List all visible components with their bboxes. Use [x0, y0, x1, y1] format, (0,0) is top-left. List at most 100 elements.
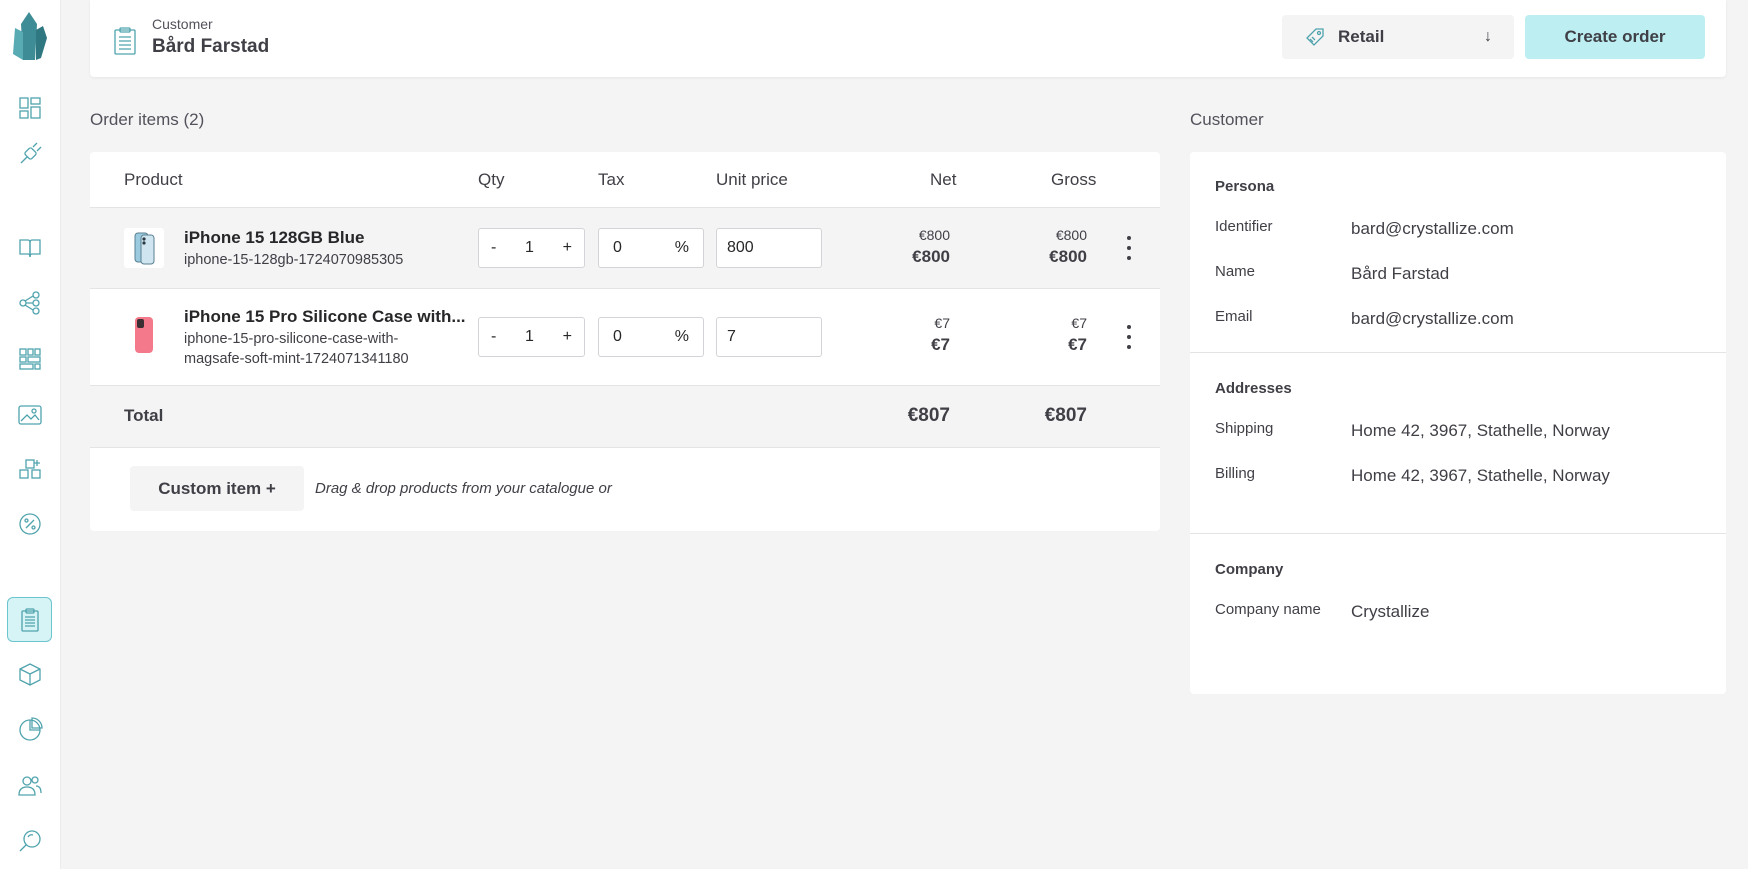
decrement-button[interactable]: - [491, 239, 496, 257]
billing-value: Home 42, 3967, Stathelle, Norway [1351, 466, 1610, 485]
company-section: Company Company name Crystallize [1190, 533, 1726, 694]
column-unit-price: Unit price [716, 170, 788, 189]
product-thumbnail [124, 315, 164, 355]
tag-icon [1306, 28, 1324, 46]
product-name[interactable]: iPhone 15 Pro Silicone Case with... [184, 307, 466, 327]
gross-amount: €800 €800 [997, 227, 1087, 267]
customer-card: Persona Identifier bard@crystallize.com … [1190, 152, 1726, 694]
net-small: €7 [934, 315, 950, 331]
row-menu-icon[interactable] [1124, 236, 1134, 260]
quantity-stepper[interactable]: - 1 + [478, 228, 585, 268]
custom-item-button[interactable]: Custom item + [130, 466, 304, 511]
tax-field[interactable]: 0 % [598, 228, 704, 268]
customer-label: Customer [152, 16, 213, 32]
graph-icon [18, 290, 40, 315]
unit-price-field[interactable]: 7 [716, 317, 822, 357]
nav-grids[interactable] [7, 336, 52, 381]
drag-drop-hint: Drag & drop products from your catalogue… [315, 480, 612, 497]
pie-chart-icon [18, 716, 43, 741]
email-label: Email [1215, 308, 1253, 325]
nav-search[interactable] [7, 818, 52, 863]
table-header: Product Qty Tax Unit price Net Gross [90, 152, 1160, 208]
product-thumbnail [124, 228, 164, 268]
table-row: iPhone 15 128GB Blue iphone-15-128gb-172… [90, 208, 1160, 289]
nav-integrations[interactable] [7, 131, 52, 176]
unit-price-value[interactable]: 800 [727, 239, 754, 257]
company-name-value: Crystallize [1351, 602, 1430, 621]
email-value: bard@crystallize.com [1351, 309, 1514, 328]
addresses-section: Addresses Shipping Home 42, 3967, Stathe… [1190, 352, 1726, 533]
gross-small: €800 [1055, 227, 1087, 243]
nav-shapes[interactable] [7, 446, 52, 491]
increment-button[interactable]: + [563, 328, 572, 346]
price-list-dropdown[interactable]: Retail ↓ [1282, 15, 1514, 59]
nav-topics[interactable] [7, 280, 52, 325]
product-sku-line-2: magsafe-soft-mint-1724071341180 [184, 351, 409, 367]
nav-catalogue[interactable] [7, 225, 52, 270]
order-document-icon [114, 27, 136, 55]
gross-amount: €7 €7 [997, 315, 1087, 355]
increment-button[interactable]: + [563, 239, 572, 257]
shapes-icon [18, 458, 41, 479]
unit-price-value[interactable]: 7 [727, 328, 736, 346]
nav-discounts[interactable] [7, 501, 52, 546]
gross-small: €7 [1071, 315, 1087, 331]
gross-big: €7 [1068, 335, 1087, 354]
net-amount: €7 €7 [860, 315, 950, 355]
tax-value[interactable]: 0 [613, 328, 622, 346]
quantity-value[interactable]: 1 [525, 328, 534, 346]
total-label: Total [124, 406, 164, 425]
quantity-stepper[interactable]: - 1 + [478, 317, 585, 357]
persona-section: Persona Identifier bard@crystallize.com … [1190, 152, 1726, 352]
create-order-button[interactable]: Create order [1525, 15, 1705, 59]
tax-value[interactable]: 0 [613, 239, 622, 257]
product-name[interactable]: iPhone 15 128GB Blue [184, 228, 364, 248]
decrement-button[interactable]: - [491, 328, 496, 346]
column-product: Product [124, 170, 183, 189]
total-gross: €807 [1044, 405, 1087, 426]
orders-icon [20, 607, 39, 632]
dashboard-icon [18, 96, 41, 119]
order-items-title: Order items (2) [90, 110, 205, 129]
column-net: Net [930, 170, 957, 189]
tax-field[interactable]: 0 % [598, 317, 704, 357]
nav-insights[interactable] [7, 706, 52, 751]
percent-unit: % [674, 328, 689, 345]
column-tax: Tax [598, 170, 625, 189]
nav-dashboard[interactable] [7, 85, 52, 130]
gross-big: €800 [1049, 247, 1087, 266]
nav-orders[interactable] [7, 597, 52, 642]
identifier-label: Identifier [1215, 218, 1273, 235]
nav-customers[interactable] [7, 762, 52, 807]
users-icon [17, 775, 42, 796]
quantity-value[interactable]: 1 [525, 239, 534, 257]
percent-unit: % [674, 239, 689, 256]
company-name-label: Company name [1215, 601, 1321, 618]
search-icon [19, 829, 41, 851]
crystallize-logo-icon[interactable] [9, 10, 49, 62]
book-icon [18, 238, 41, 257]
nav-assets[interactable] [7, 392, 52, 437]
image-icon [17, 404, 42, 425]
unit-price-field[interactable]: 800 [716, 228, 822, 268]
identifier-value: bard@crystallize.com [1351, 219, 1514, 238]
product-sku-line-1: iphone-15-pro-silicone-case-with- [184, 331, 399, 347]
persona-title: Persona [1215, 178, 1275, 195]
row-menu-icon[interactable] [1124, 325, 1134, 349]
arrow-down-icon: ↓ [1484, 28, 1492, 45]
column-qty: Qty [478, 170, 505, 189]
order-items-table: Product Qty Tax Unit price Net Gross iPh… [90, 152, 1160, 531]
product-sku: iphone-15-128gb-1724070985305 [184, 252, 404, 268]
customer-name[interactable]: Bård Farstad [152, 36, 269, 58]
plug-icon [20, 142, 41, 163]
box-icon [18, 662, 41, 686]
billing-label: Billing [1215, 465, 1256, 482]
shipping-value: Home 42, 3967, Stathelle, Norway [1351, 421, 1610, 440]
nav-stock[interactable] [7, 651, 52, 696]
shipping-label: Shipping [1215, 420, 1274, 437]
name-label: Name [1215, 263, 1256, 280]
net-small: €800 [918, 227, 950, 243]
column-gross: Gross [1051, 170, 1097, 189]
net-big: €7 [931, 335, 950, 354]
discount-icon [18, 512, 41, 535]
